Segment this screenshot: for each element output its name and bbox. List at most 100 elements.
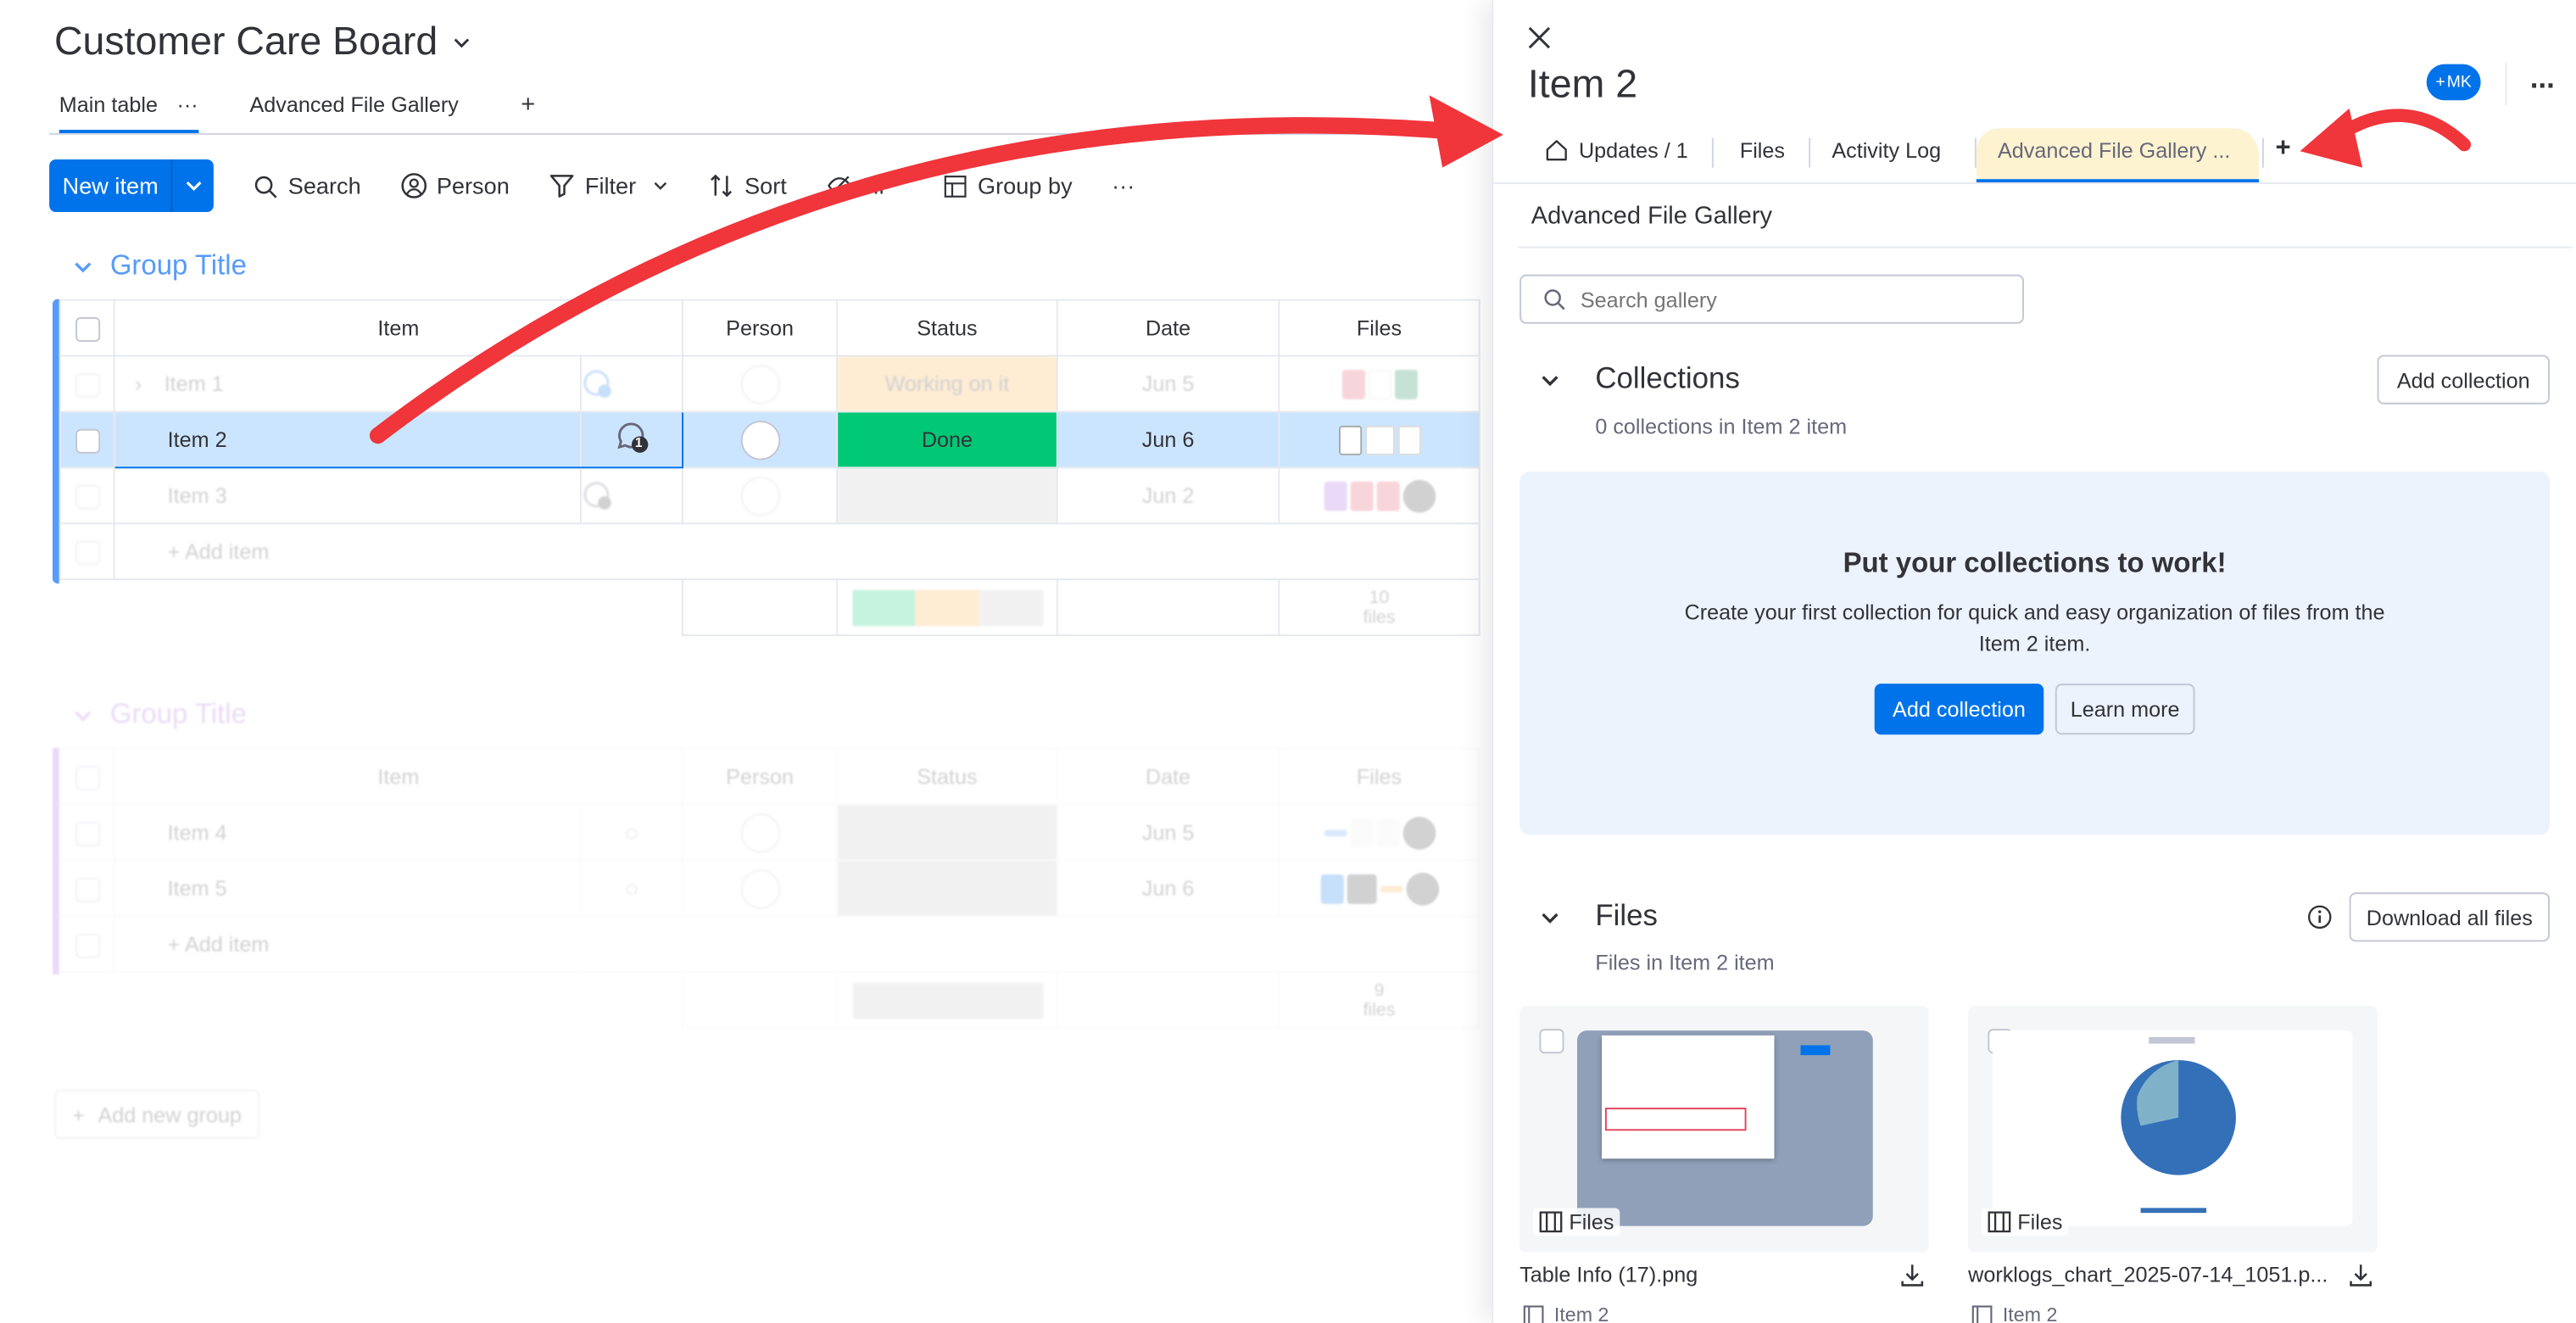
file-name[interactable]: Table Info (17).png [1519, 1262, 1698, 1287]
file-item-link[interactable]: Item 2 [1523, 1303, 1609, 1323]
board-title[interactable]: Customer Care Board [54, 20, 474, 65]
add-collection-button[interactable]: Add collection [2377, 354, 2550, 405]
file-item-link[interactable]: Item 2 [1971, 1303, 2057, 1323]
tab-activity-log[interactable]: Activity Log [1832, 138, 1941, 163]
column-header-status[interactable]: Status [836, 299, 1058, 357]
chevron-down-icon[interactable] [171, 159, 214, 212]
date-cell[interactable]: Jun 6 [1056, 859, 1280, 918]
column-header-date[interactable]: Date [1056, 299, 1280, 357]
add-update-icon[interactable] [582, 367, 682, 400]
info-icon[interactable] [2306, 904, 2333, 930]
item-name[interactable]: Item 3 [113, 466, 582, 525]
learn-more-button[interactable]: Learn more [2055, 684, 2195, 735]
column-header-item[interactable]: Item [113, 299, 683, 357]
person-icon[interactable] [739, 868, 780, 908]
search-gallery-field[interactable] [1519, 274, 2024, 324]
person-icon[interactable] [739, 420, 780, 460]
hide-button[interactable]: Hi [826, 172, 884, 198]
checkbox[interactable] [75, 765, 100, 790]
column-header-person[interactable]: Person [682, 299, 839, 357]
date-cell[interactable]: Jun 5 [1056, 354, 1280, 413]
download-icon[interactable] [2348, 1262, 2374, 1288]
item-name[interactable]: Item 4 [113, 803, 582, 862]
more-options-button[interactable]: ··· [1112, 172, 1135, 198]
group-title[interactable]: Group Title [110, 250, 247, 283]
column-header-person[interactable]: Person [682, 747, 839, 806]
group-title[interactable]: Group Title [110, 699, 247, 732]
tab-updates[interactable]: Updates / 1 [1544, 138, 1688, 163]
date-cell[interactable]: Jun 5 [1056, 803, 1280, 862]
group-by-button[interactable]: Group by [943, 172, 1073, 198]
status-cell[interactable]: Working on it [836, 354, 1058, 413]
chevron-down-icon[interactable] [72, 704, 93, 725]
select-all-cell[interactable] [59, 299, 115, 357]
chevron-down-icon[interactable] [72, 255, 93, 276]
checkbox[interactable] [75, 371, 100, 398]
file-card[interactable]: Files [1519, 1005, 1929, 1253]
add-item-input[interactable]: + Add item [113, 522, 1480, 581]
chat-bubble-icon[interactable]: ◌ [625, 820, 638, 845]
add-view-button[interactable]: + [521, 91, 535, 119]
updates-button[interactable]: 1 [579, 410, 683, 469]
file-name[interactable]: worklogs_chart_2025-07-14_1051.p... [1968, 1262, 2328, 1287]
column-header-date[interactable]: Date [1056, 747, 1280, 806]
files-cell[interactable] [1278, 354, 1480, 413]
table-row-selected[interactable]: Item 2 1 Done Jun 6 [59, 410, 1480, 469]
date-cell[interactable]: Jun 6 [1056, 410, 1280, 469]
date-cell[interactable]: Jun 2 [1056, 466, 1280, 525]
add-new-group-button[interactable]: + Add new group [53, 1089, 260, 1139]
files-cell[interactable] [1278, 466, 1480, 525]
chevron-down-icon[interactable] [1539, 370, 1560, 391]
column-header-item[interactable]: Item [113, 747, 683, 806]
subscribers-button[interactable]: + MK [2426, 64, 2481, 101]
status-cell[interactable]: Done [836, 410, 1058, 469]
search-gallery-input[interactable] [1580, 287, 1992, 312]
add-tab-button[interactable]: + [2275, 135, 2290, 165]
person-filter-button[interactable]: Person [400, 172, 510, 198]
tab-advanced-file-gallery[interactable]: Advanced File Gallery ... [1998, 138, 2230, 163]
item-name[interactable]: Item 2 [113, 410, 581, 469]
chat-bubble-icon[interactable]: ◌ [625, 876, 638, 901]
search-button[interactable]: Search [254, 172, 361, 198]
chevron-down-icon[interactable] [451, 31, 474, 54]
add-item-row[interactable]: + Add item [59, 915, 1480, 974]
status-cell[interactable] [836, 859, 1058, 918]
status-cell[interactable] [836, 466, 1058, 525]
item-name[interactable]: Item 5 [113, 859, 582, 918]
files-cell[interactable] [1278, 803, 1480, 862]
file-card[interactable]: Files [1968, 1005, 2378, 1253]
table-row[interactable]: Item 5 ◌ Jun 6 [59, 859, 1480, 918]
more-icon[interactable]: ··· [176, 92, 198, 117]
chat-bubble-icon[interactable] [582, 479, 682, 512]
person-cell[interactable] [682, 410, 839, 469]
group-header[interactable]: Group Title [72, 699, 247, 732]
more-options-icon[interactable]: ··· [2530, 69, 2556, 103]
new-item-button[interactable]: New item [49, 159, 215, 212]
chevron-down-icon[interactable] [653, 177, 669, 193]
chevron-down-icon[interactable] [1539, 907, 1560, 929]
person-icon[interactable] [739, 364, 780, 404]
column-header-files[interactable]: Files [1278, 299, 1480, 357]
checkbox[interactable] [75, 316, 100, 342]
expand-icon[interactable]: › [135, 371, 142, 396]
column-header-status[interactable]: Status [836, 747, 1058, 806]
table-row[interactable]: Item 4 ◌ Jun 5 [59, 803, 1480, 862]
status-cell[interactable] [836, 803, 1058, 862]
add-item-row[interactable]: + Add item [59, 522, 1480, 581]
person-icon[interactable] [739, 812, 780, 852]
column-header-files[interactable]: Files [1278, 747, 1480, 806]
files-cell[interactable] [1278, 859, 1480, 918]
table-row[interactable]: Item 3 Jun 2 [59, 466, 1480, 525]
checkbox[interactable] [1539, 1029, 1564, 1054]
download-icon[interactable] [1899, 1262, 1926, 1288]
person-icon[interactable] [739, 476, 780, 516]
download-all-files-button[interactable]: Download all files [2349, 892, 2550, 942]
filter-button[interactable]: Filter [549, 172, 669, 198]
table-row[interactable]: › Item 1 Working on it Jun 5 [59, 354, 1480, 413]
close-icon[interactable] [1528, 26, 1551, 49]
files-cell[interactable] [1278, 410, 1480, 469]
tab-files[interactable]: Files [1740, 138, 1785, 163]
tab-advanced-file-gallery[interactable]: Advanced File Gallery [250, 92, 459, 117]
add-item-input[interactable]: + Add item [113, 915, 1480, 974]
tab-main-table[interactable]: Main table ··· [59, 92, 198, 133]
